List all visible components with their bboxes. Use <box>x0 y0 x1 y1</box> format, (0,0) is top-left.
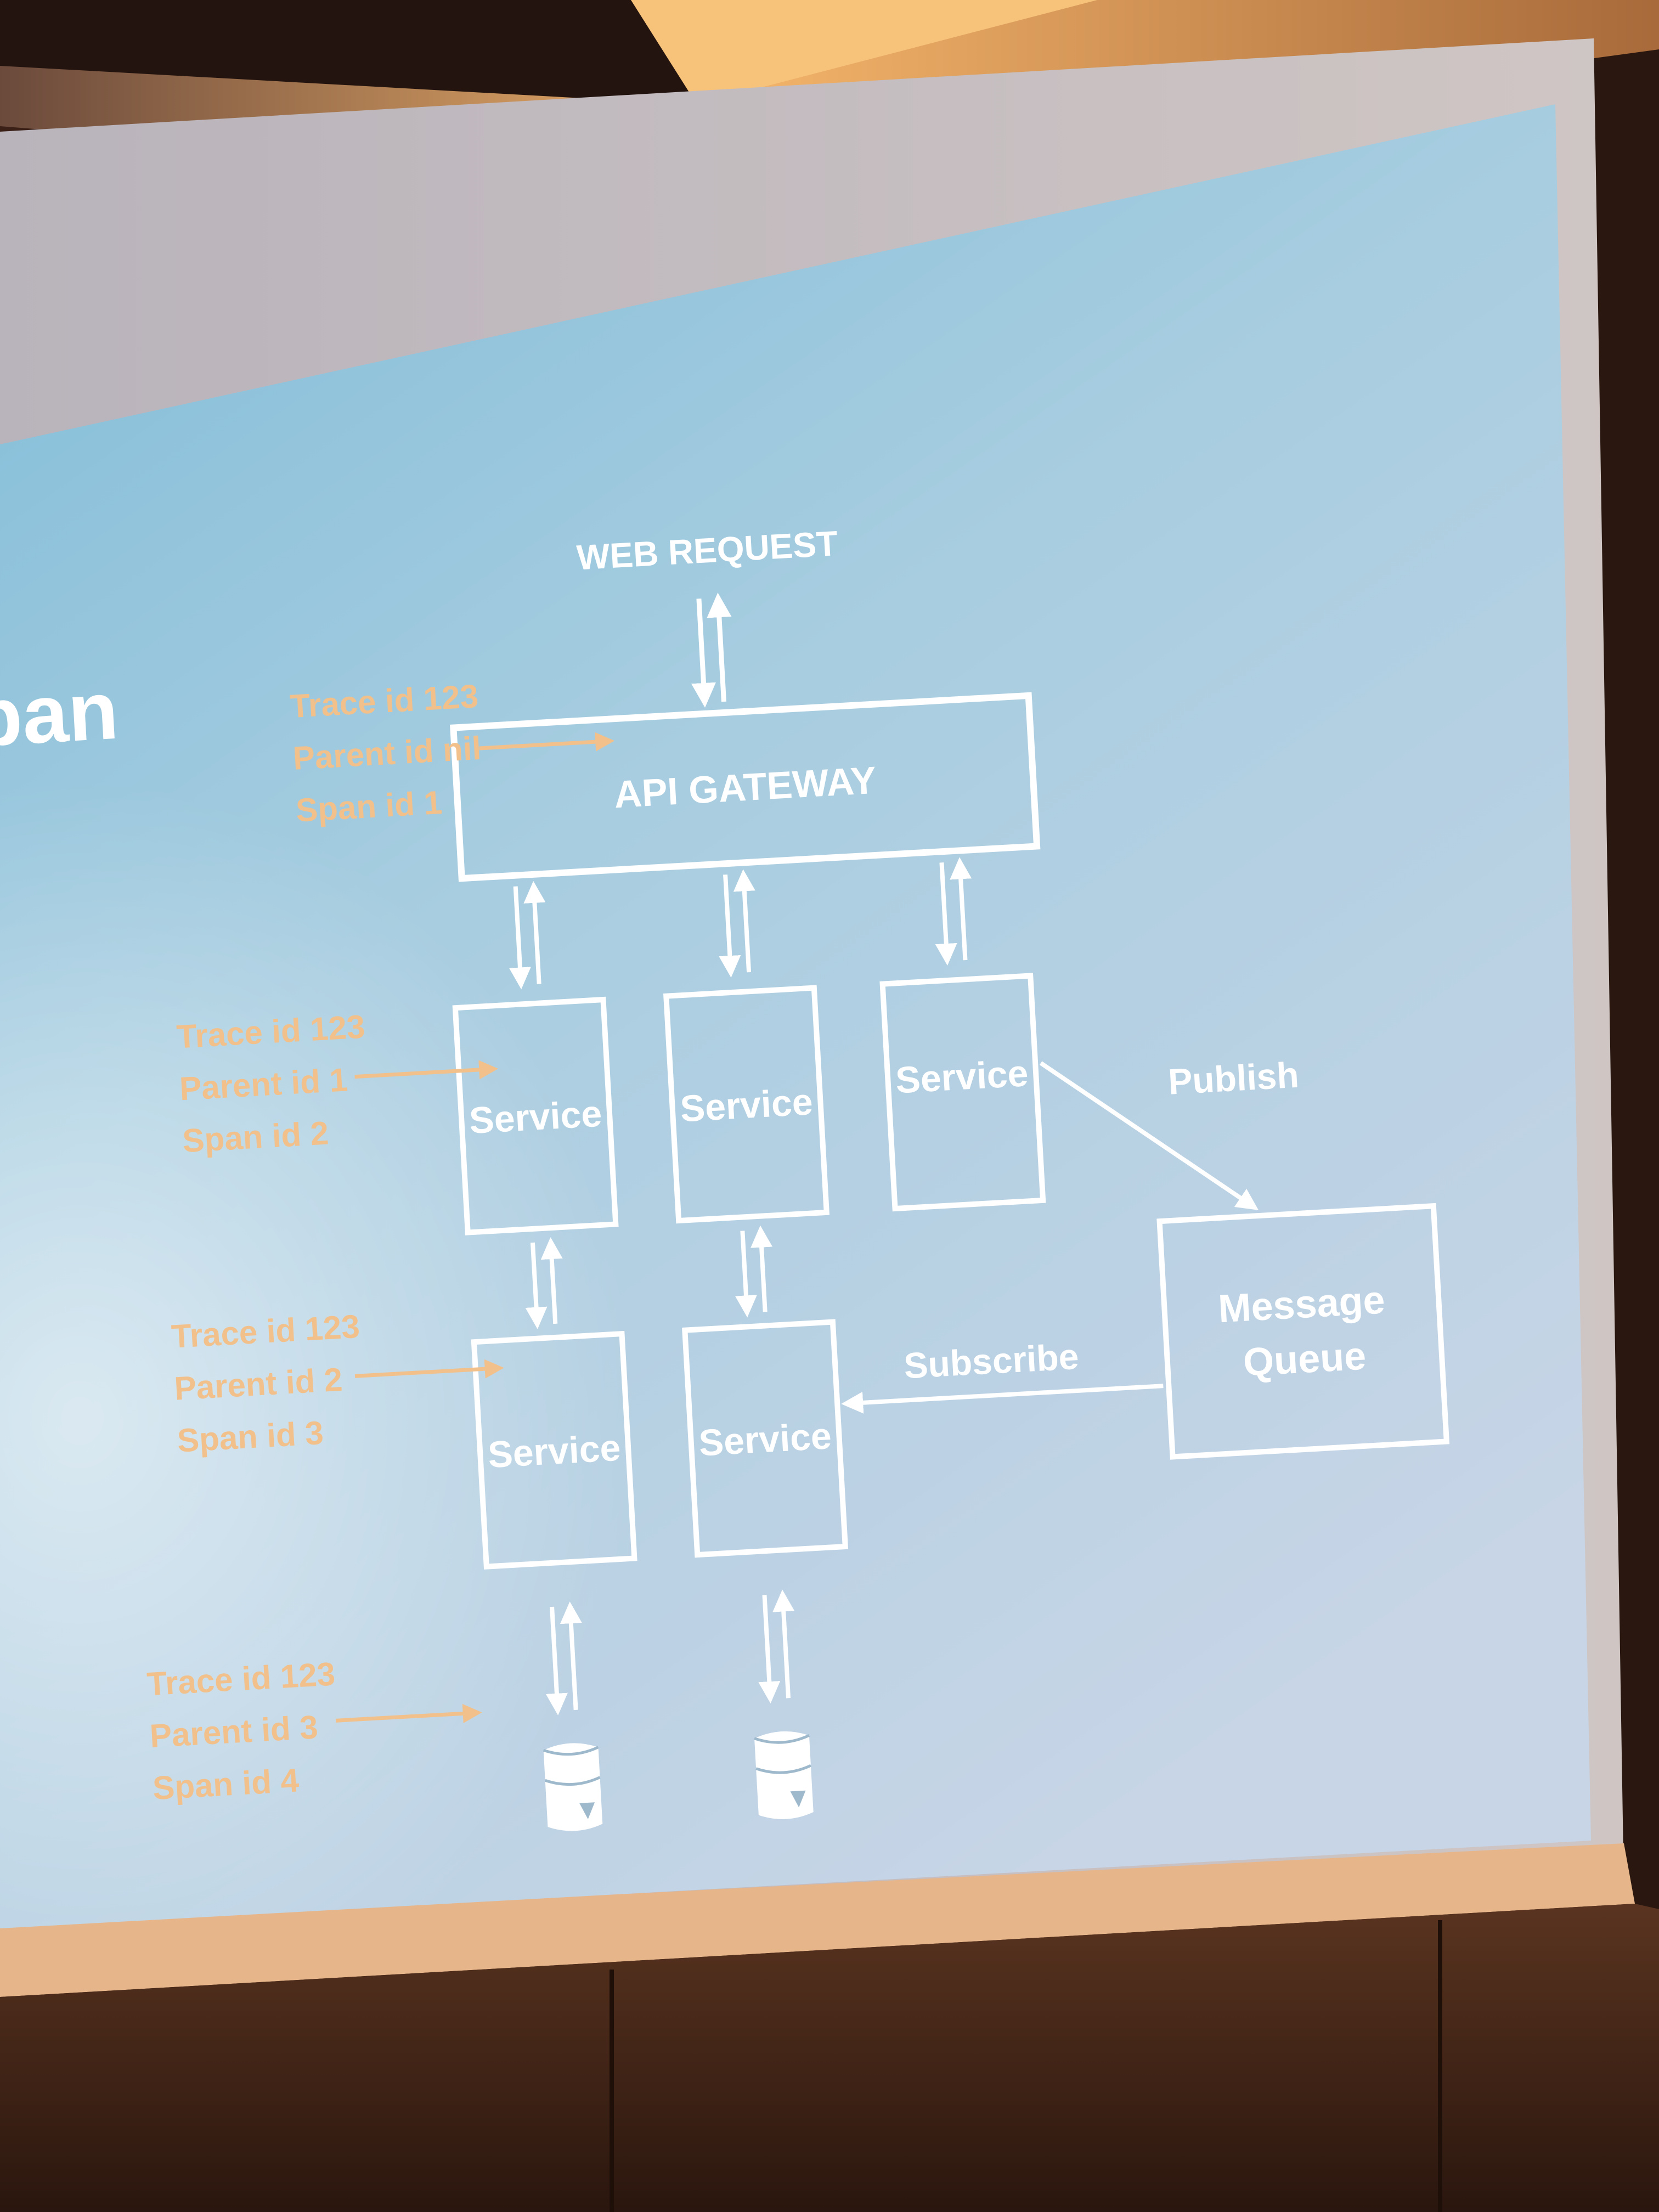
message-queue-label-line1: Message <box>1217 1278 1386 1331</box>
service-label: Service <box>894 1052 1029 1101</box>
photo-scene: pan WEB REQUEST API GATEWAY Service Serv… <box>0 0 1659 2212</box>
service-label: Service <box>487 1427 622 1476</box>
slide-title-fragment: pan <box>0 664 121 764</box>
service-label: Service <box>679 1081 814 1130</box>
message-queue-label-line2: Queue <box>1242 1334 1367 1385</box>
service-label: Service <box>468 1093 603 1142</box>
database-icon <box>754 1731 814 1819</box>
database-icon <box>543 1743 603 1831</box>
publish-label: Publish <box>1167 1054 1300 1102</box>
service-label: Service <box>698 1415 833 1464</box>
